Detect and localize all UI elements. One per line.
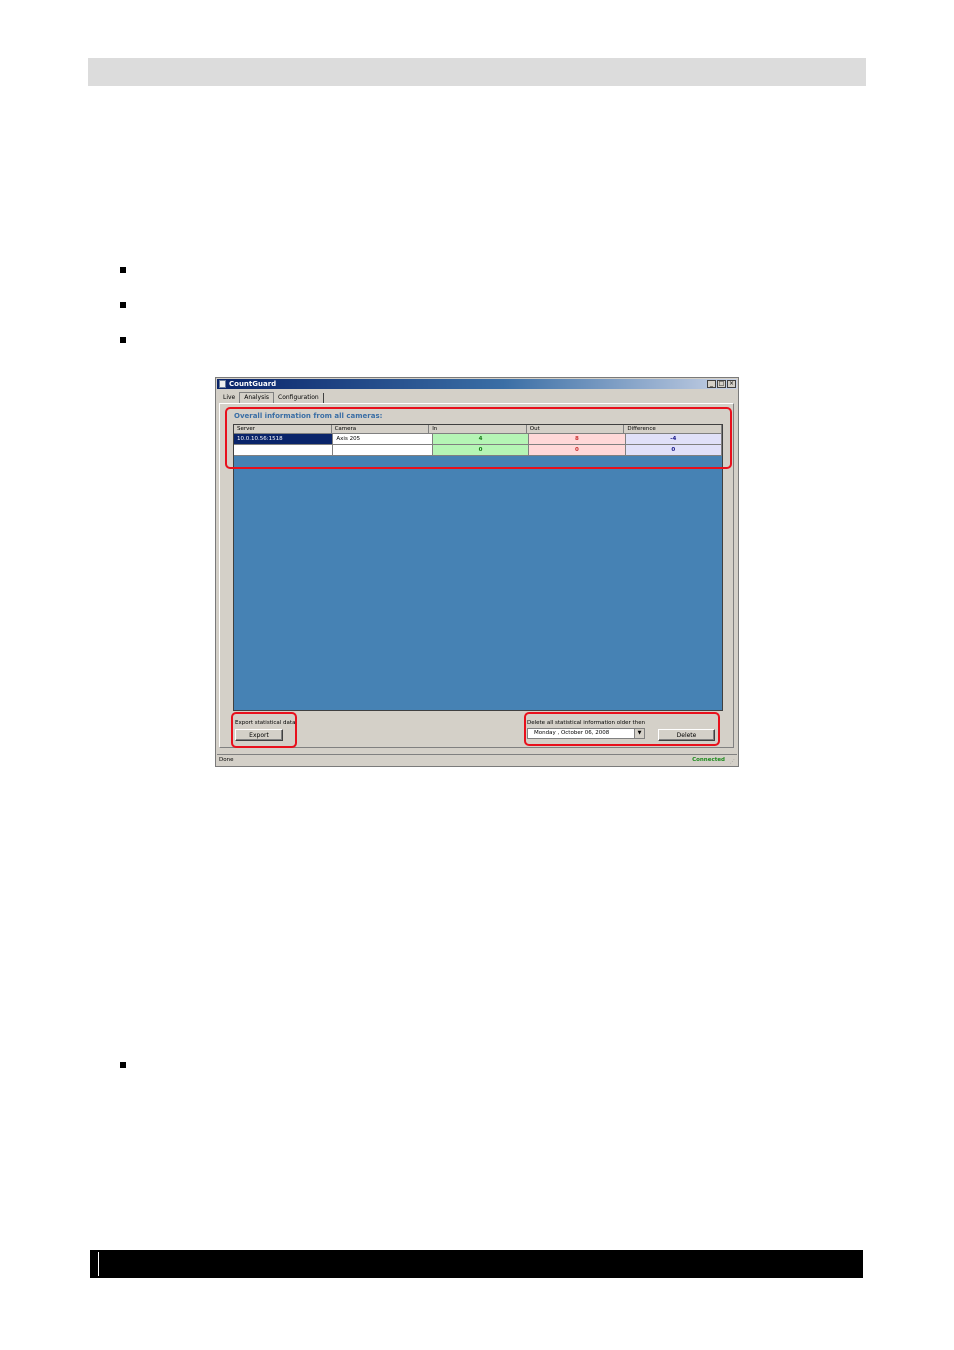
maximize-button[interactable]: □ [717,380,726,388]
minimize-button[interactable]: _ [707,380,716,388]
footer-divider [98,1252,99,1276]
bullet-marker-3 [120,337,126,343]
highlight-overall-info [225,407,732,469]
resize-grip-icon[interactable]: ⋰ [730,759,735,765]
window-title: CountGuard [229,380,277,388]
page-footer-bar [90,1250,863,1278]
bullet-marker-1 [120,267,126,273]
tab-analysis[interactable]: Analysis [239,392,274,403]
tab-live[interactable]: Live [219,393,239,403]
status-text: Done [219,757,234,763]
tab-configuration[interactable]: Configuration [274,393,324,403]
caption-buttons: _ □ × [707,380,736,388]
bullet-marker-2 [120,302,126,308]
highlight-export [231,712,297,748]
tab-strip: Live Analysis Configuration [219,391,324,403]
page-header-bar [88,58,866,86]
app-icon [219,380,226,388]
highlight-delete [524,712,720,746]
countguard-window: CountGuard _ □ × Live Analysis Configura… [215,377,739,767]
status-bar: Done Connected ⋰ [217,754,737,767]
close-button[interactable]: × [727,380,736,388]
title-bar[interactable]: CountGuard _ □ × [217,379,737,389]
bullet-marker-4 [120,1062,126,1068]
connection-status: Connected [692,757,725,763]
